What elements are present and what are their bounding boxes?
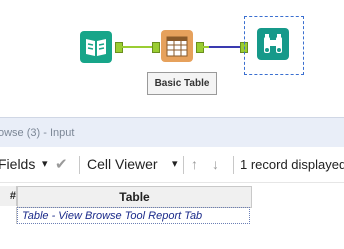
browse-tool[interactable] — [257, 28, 289, 60]
toolbar-separator — [183, 156, 184, 174]
check-icon[interactable]: ✔ — [55, 147, 68, 182]
connector-line — [122, 46, 154, 48]
down-arrow-icon[interactable]: ↓ — [212, 147, 219, 182]
table-icon — [166, 36, 188, 57]
input-anchor[interactable] — [152, 42, 160, 53]
fields-button[interactable]: Fields — [0, 147, 35, 182]
up-arrow-icon[interactable]: ↑ — [191, 147, 198, 182]
row-number-header: # — [0, 186, 17, 206]
binoculars-icon — [264, 34, 282, 53]
cell-viewer-dropdown-icon[interactable]: ▾ — [172, 147, 178, 182]
tool-annotation-label: Basic Table — [147, 72, 217, 95]
panel-title-text: owse (3) - Input — [0, 127, 75, 139]
fields-dropdown-icon[interactable]: ▾ — [42, 147, 48, 182]
input-data-tool[interactable] — [80, 31, 112, 63]
toolbar-separator — [79, 156, 80, 174]
basic-table-tool[interactable] — [161, 30, 193, 62]
row-number-cell — [0, 207, 17, 224]
cell-viewer-button[interactable]: Cell Viewer — [87, 147, 158, 182]
book-icon — [86, 39, 106, 56]
workflow-canvas[interactable]: Basic Table — [0, 0, 344, 117]
toolbar-separator — [233, 156, 234, 174]
fields-label: Fields — [0, 156, 36, 172]
record-status: 1 record displayed — [240, 157, 344, 172]
table-cell[interactable]: Table - View Browse Tool Report Tab — [17, 207, 250, 224]
results-toolbar: Fields ▾ ✔ Cell Viewer ▾ ↑ ↓ 1 record di… — [0, 147, 344, 183]
column-header-table[interactable]: Table — [17, 186, 252, 208]
cell-viewer-label: Cell Viewer — [87, 156, 158, 172]
results-panel-title: owse (3) - Input — [0, 117, 344, 148]
